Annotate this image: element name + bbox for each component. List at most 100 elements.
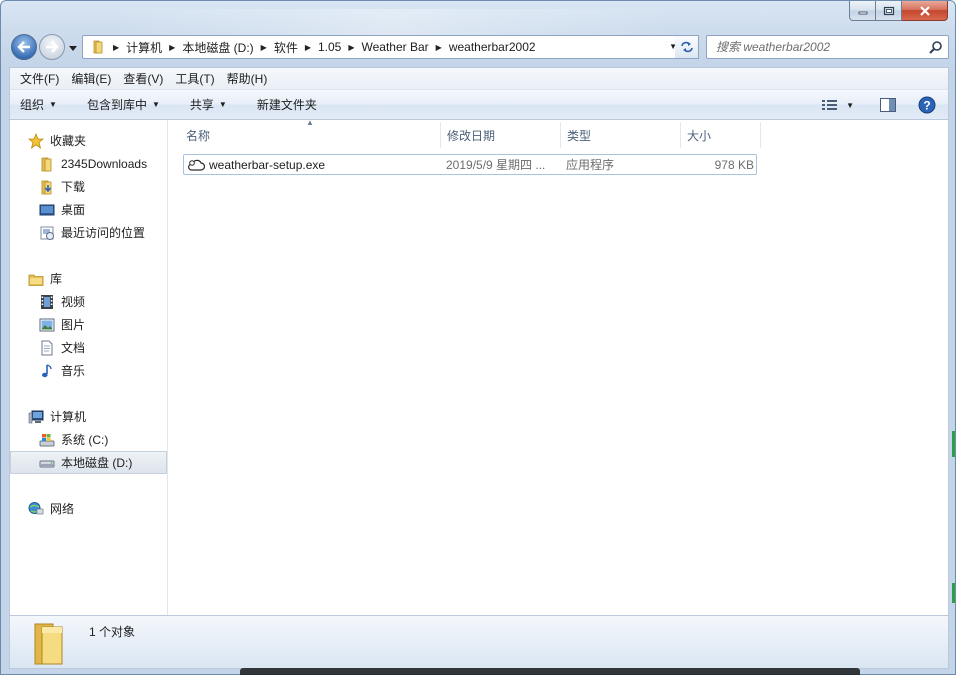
breadcrumb-separator[interactable]: ▶ xyxy=(344,43,358,52)
music-note-icon xyxy=(39,363,55,379)
star-icon xyxy=(28,132,44,149)
refresh-button[interactable] xyxy=(675,35,699,59)
close-button[interactable] xyxy=(902,1,948,21)
caption-buttons xyxy=(849,1,948,21)
recent-places-icon xyxy=(39,225,55,241)
nav-item-recent-places[interactable]: 最近访问的位置 xyxy=(10,221,167,244)
file-date-cell: 2019/5/9 星期四 ... xyxy=(446,158,546,172)
caret-down-icon: ▼ xyxy=(218,100,227,109)
nav-favorites[interactable]: 收藏夹 xyxy=(10,129,167,152)
background-window-edge xyxy=(952,583,955,603)
breadcrumb-separator[interactable]: ▶ xyxy=(432,43,446,52)
library-icon xyxy=(28,271,44,287)
menu-bar: 文件(F) 编辑(E) 查看(V) 工具(T) 帮助(H) xyxy=(9,67,949,89)
weather-cloud-icon xyxy=(187,157,205,173)
column-header-name[interactable]: 名称 xyxy=(180,122,441,148)
preview-pane-icon xyxy=(880,98,896,112)
nav-libraries-label: 库 xyxy=(50,272,63,286)
menu-tools[interactable]: 工具(T) xyxy=(169,69,220,89)
share-label: 共享 xyxy=(189,98,214,112)
file-list-pane: ▲ 名称 修改日期 类型 大小 weatherbar-setup.exe 201… xyxy=(168,118,949,615)
nav-item-videos[interactable]: 视频 xyxy=(10,290,167,313)
include-in-library-label: 包含到库中 xyxy=(86,98,147,112)
new-folder-label: 新建文件夹 xyxy=(256,98,317,112)
maximize-button[interactable] xyxy=(876,1,902,21)
search-input[interactable] xyxy=(716,40,916,54)
column-header-size[interactable]: 大小 xyxy=(681,122,761,148)
file-row[interactable]: weatherbar-setup.exe 2019/5/9 星期四 ... 应用… xyxy=(183,154,757,175)
nav-item-downloads[interactable]: 下载 xyxy=(10,175,167,198)
explorer-window: ▶ 计算机 ▶ 本地磁盘 (D:) ▶ 软件 ▶ 1.05 ▶ Weather … xyxy=(0,0,956,675)
minimize-icon xyxy=(858,11,867,14)
breadcrumb-separator[interactable]: ▶ xyxy=(301,43,315,52)
breadcrumb-software[interactable]: 软件 xyxy=(271,36,301,58)
search-icon[interactable] xyxy=(929,40,943,57)
hard-drive-icon xyxy=(39,455,55,471)
nav-network[interactable]: 网络 xyxy=(10,497,167,520)
breadcrumb-version[interactable]: 1.05 xyxy=(315,36,344,58)
breadcrumb-separator[interactable]: ▶ xyxy=(257,43,271,52)
menu-file[interactable]: 文件(F) xyxy=(14,69,65,89)
caret-down-icon: ▼ xyxy=(151,100,160,109)
address-folder-icon xyxy=(87,36,109,58)
back-button[interactable] xyxy=(11,34,37,60)
menu-view[interactable]: 查看(V) xyxy=(117,69,169,89)
nav-libraries[interactable]: 库 xyxy=(10,267,167,290)
nav-item-2345downloads[interactable]: 2345Downloads xyxy=(10,152,167,175)
column-header-type[interactable]: 类型 xyxy=(561,122,681,148)
close-icon xyxy=(919,5,930,16)
nav-item-system-c[interactable]: 系统 (C:) xyxy=(10,428,167,451)
forward-arrow-icon xyxy=(46,41,59,53)
navigation-pane: 收藏夹 2345Downloads 下载 桌面 最近访问的位置 库 视频 图片 … xyxy=(9,120,168,615)
search-box[interactable] xyxy=(706,35,949,59)
include-in-library-button[interactable]: 包含到库中 ▼ xyxy=(67,93,170,117)
breadcrumb-current-folder[interactable]: weatherbar2002 xyxy=(446,36,539,58)
column-header-date-modified[interactable]: 修改日期 xyxy=(441,122,561,148)
film-icon xyxy=(39,294,55,310)
nav-item-label: 音乐 xyxy=(61,364,86,378)
file-name-cell[interactable]: weatherbar-setup.exe xyxy=(187,155,325,174)
nav-computer-label: 计算机 xyxy=(50,410,87,424)
recent-pages-button[interactable] xyxy=(67,41,79,55)
nav-network-label: 网络 xyxy=(50,502,75,516)
command-bar: 组织 ▼ 包含到库中 ▼ 共享 ▼ 新建文件夹 ▼ ? xyxy=(9,89,949,120)
item-count: 1 个对象 xyxy=(89,625,136,639)
menu-edit[interactable]: 编辑(E) xyxy=(65,69,117,89)
file-name: weatherbar-setup.exe xyxy=(209,157,326,172)
preview-pane-button[interactable] xyxy=(874,93,902,117)
organize-label: 组织 xyxy=(20,98,45,112)
breadcrumb-computer[interactable]: 计算机 xyxy=(123,36,165,58)
document-icon xyxy=(39,340,55,356)
breadcrumb-separator[interactable]: ▶ xyxy=(165,43,179,52)
new-folder-button[interactable]: 新建文件夹 xyxy=(237,93,327,117)
nav-item-documents[interactable]: 文档 xyxy=(10,336,167,359)
view-controls: ▼ ? xyxy=(816,93,942,117)
nav-computer[interactable]: 计算机 xyxy=(10,405,167,428)
share-button[interactable]: 共享 ▼ xyxy=(170,93,237,117)
details-view-icon xyxy=(822,100,838,110)
organize-button[interactable]: 组织 ▼ xyxy=(10,93,67,117)
address-bar[interactable]: ▶ 计算机 ▶ 本地磁盘 (D:) ▶ 软件 ▶ 1.05 ▶ Weather … xyxy=(82,35,682,59)
help-button[interactable]: ? xyxy=(912,93,942,117)
nav-item-desktop[interactable]: 桌面 xyxy=(10,198,167,221)
refresh-icon xyxy=(680,41,693,53)
nav-item-label: 视频 xyxy=(61,295,86,309)
back-arrow-icon xyxy=(17,41,30,53)
nav-item-label: 图片 xyxy=(61,318,86,332)
minimize-button[interactable] xyxy=(849,1,876,21)
caret-down-icon: ▼ xyxy=(49,100,57,109)
breadcrumb-weather-bar[interactable]: Weather Bar xyxy=(359,36,432,58)
column-header-label: 类型 xyxy=(567,128,592,143)
change-view-button[interactable]: ▼ xyxy=(816,93,860,117)
breadcrumb-drive-d[interactable]: 本地磁盘 (D:) xyxy=(179,36,256,58)
nav-item-pictures[interactable]: 图片 xyxy=(10,313,167,336)
file-size-cell: 978 KB xyxy=(714,157,754,172)
menu-help[interactable]: 帮助(H) xyxy=(221,69,274,89)
breadcrumb-separator[interactable]: ▶ xyxy=(109,43,123,52)
nav-item-label: 本地磁盘 (D:) xyxy=(61,456,133,470)
nav-item-music[interactable]: 音乐 xyxy=(10,359,167,382)
nav-item-local-disk-d[interactable]: 本地磁盘 (D:) xyxy=(10,451,167,474)
caret-down-icon: ▼ xyxy=(846,100,854,110)
column-header-label: 大小 xyxy=(687,128,712,143)
forward-button[interactable] xyxy=(39,34,65,60)
